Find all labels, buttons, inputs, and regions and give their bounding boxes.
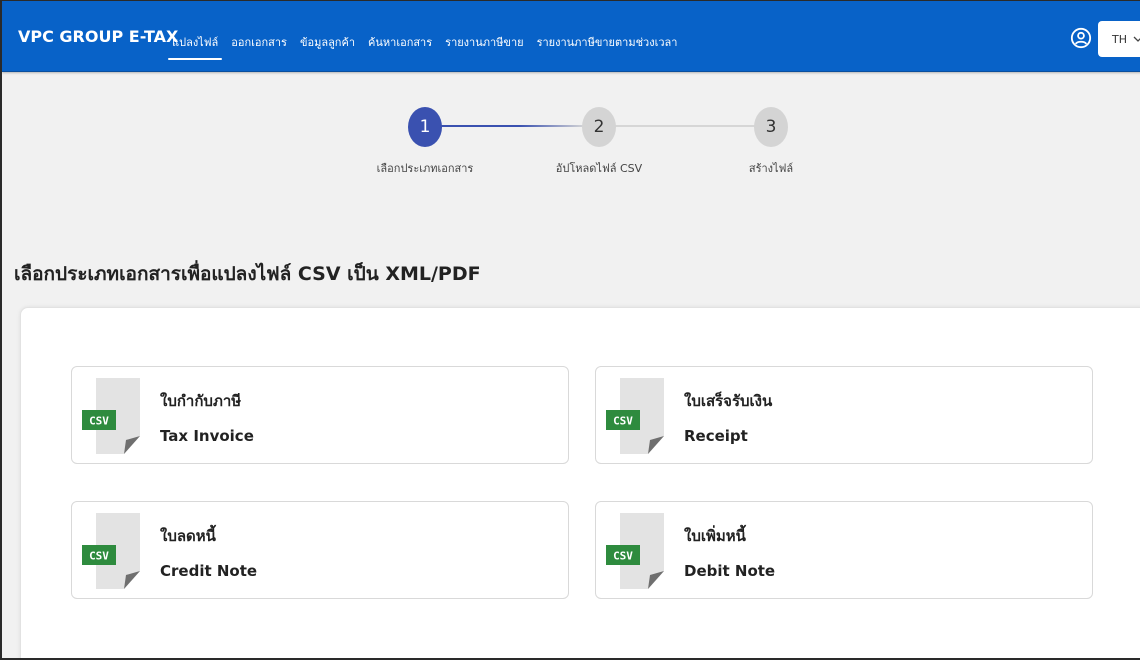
csv-badge: CSV xyxy=(89,415,109,428)
card-title-thai: ใบกำกับภาษี xyxy=(160,392,242,410)
csv-badge: CSV xyxy=(89,550,109,563)
csv-file-icon: CSV xyxy=(82,513,140,589)
doc-card-tax-invoice[interactable]: CSV ใบกำกับภาษี Tax Invoice xyxy=(71,366,569,464)
user-circle-icon[interactable] xyxy=(1070,27,1092,49)
card-title-english: Debit Note xyxy=(684,562,776,580)
doc-card-debit-note[interactable]: CSV ใบเพิ่มหนี้ Debit Note xyxy=(595,501,1093,599)
nav-search-document[interactable]: ค้นหาเอกสาร xyxy=(368,33,432,51)
card-text: ใบเพิ่มหนี้ Debit Note xyxy=(684,524,775,580)
csv-badge: CSV xyxy=(613,415,633,428)
app-window: VPC GROUP E-TAX แปลงไฟล์ ออกเอกสาร ข้อมู… xyxy=(0,0,1140,660)
card-title-thai: ใบเพิ่มหนี้ xyxy=(684,527,746,545)
page-title: เลือกประเภทเอกสารเพื่อแปลงไฟล์ CSV เป็น … xyxy=(14,263,481,285)
nav-customer-data[interactable]: ข้อมูลลูกค้า xyxy=(300,33,355,51)
brand-logo[interactable]: VPC GROUP E-TAX xyxy=(18,27,178,46)
csv-badge: CSV xyxy=(613,550,633,563)
card-text: ใบเสร็จรับเงิน Receipt xyxy=(684,389,772,445)
card-title-thai: ใบเสร็จรับเงิน xyxy=(684,392,773,410)
stepper-connector-2 xyxy=(613,125,759,127)
card-title-english: Tax Invoice xyxy=(160,427,254,445)
chevron-down-icon xyxy=(1133,36,1140,42)
progress-stepper: 1 2 3 เลือกประเภทเอกสาร อัปโหลดไฟล์ CSV … xyxy=(2,101,1140,191)
csv-file-icon: CSV xyxy=(82,378,140,454)
step-2-label: อัปโหลดไฟล์ CSV xyxy=(555,162,643,175)
doc-card-credit-note[interactable]: CSV ใบลดหนี้ Credit Note xyxy=(71,501,569,599)
card-text: ใบกำกับภาษี Tax Invoice xyxy=(160,389,254,445)
card-title-english: Credit Note xyxy=(160,562,258,580)
document-type-panel xyxy=(20,307,1140,658)
nav-issue-document[interactable]: ออกเอกสาร xyxy=(231,33,287,51)
language-select[interactable]: TH xyxy=(1098,21,1140,57)
step-3-label: สร้างไฟล์ xyxy=(748,162,794,175)
nav-convert-file[interactable]: แปลงไฟล์ xyxy=(167,33,223,60)
stepper-connector-1 xyxy=(439,125,585,127)
card-text: ใบลดหนี้ Credit Note xyxy=(160,524,257,580)
language-value: TH xyxy=(1112,32,1127,46)
doc-card-receipt[interactable]: CSV ใบเสร็จรับเงิน Receipt xyxy=(595,366,1093,464)
nav-sales-tax-report[interactable]: รายงานภาษีขาย xyxy=(445,33,523,51)
main-nav: แปลงไฟล์ ออกเอกสาร ข้อมูลลูกค้า ค้นหาเอก… xyxy=(167,33,678,60)
step-3-circle: 3 xyxy=(754,107,788,147)
step-1-circle: 1 xyxy=(408,107,442,147)
csv-file-icon: CSV xyxy=(606,513,664,589)
nav-sales-tax-report-period[interactable]: รายงานภาษีขายตามช่วงเวลา xyxy=(537,33,678,51)
csv-file-icon: CSV xyxy=(606,378,664,454)
card-title-thai: ใบลดหนี้ xyxy=(160,527,216,545)
step-2-circle: 2 xyxy=(582,107,616,147)
step-1-label: เลือกประเภทเอกสาร xyxy=(376,162,474,175)
top-navbar: VPC GROUP E-TAX แปลงไฟล์ ออกเอกสาร ข้อมู… xyxy=(2,1,1140,72)
card-title-english: Receipt xyxy=(684,427,748,445)
